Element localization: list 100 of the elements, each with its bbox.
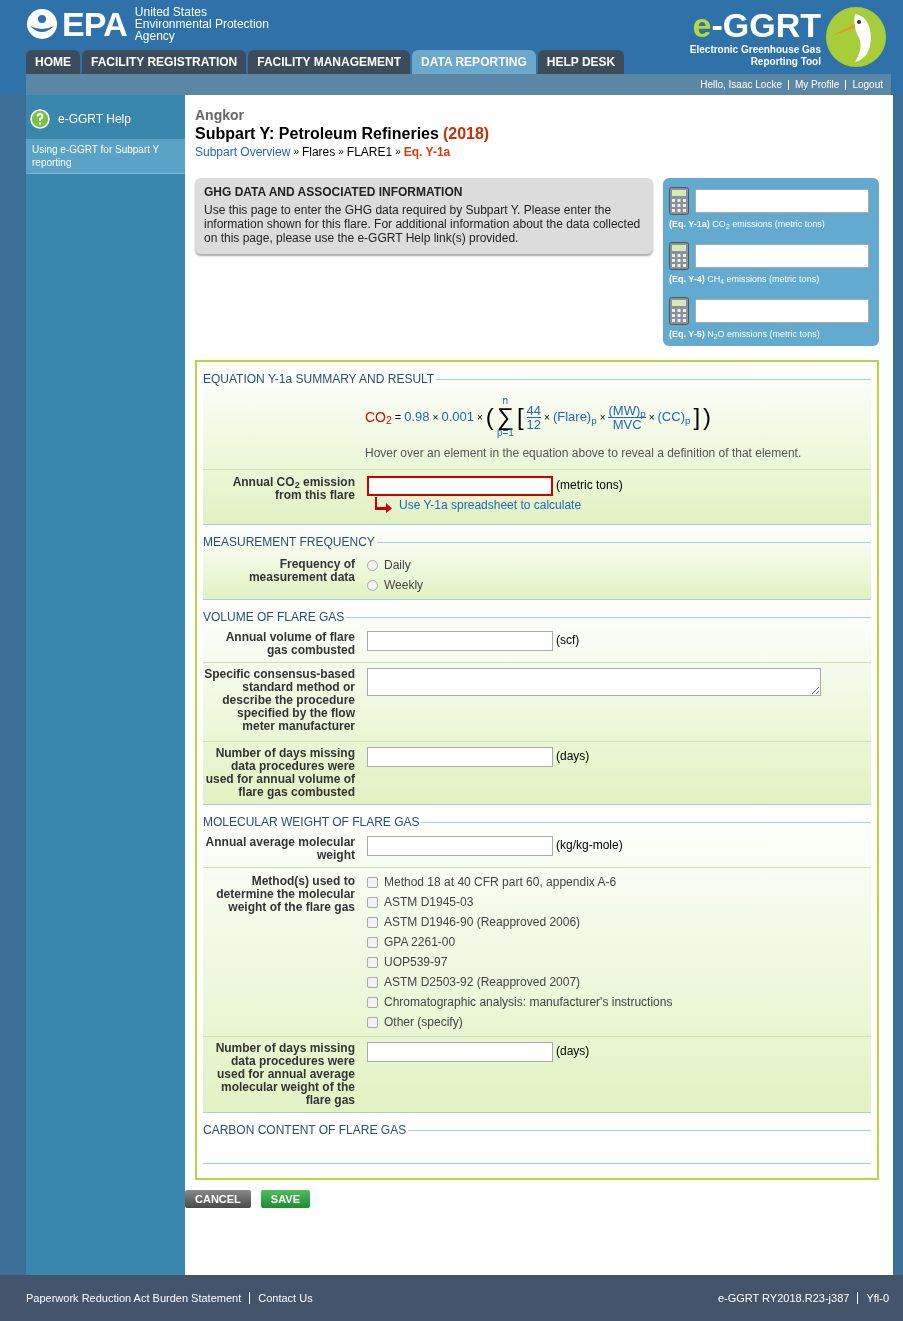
option-label: Other (specify) [384,1014,463,1031]
version-text: Yfl-0 [866,1290,889,1306]
field-label: Annual CO$_{2}$ emission from this flare [231,476,355,504]
version-text: e-GGRT RY2018.R23-j387 [717,1290,850,1306]
page-title: Subpart Y: Petroleum Refineries [195,124,439,144]
checkbox[interactable] [367,896,378,908]
text-area[interactable] [367,668,821,696]
checkbox[interactable] [367,996,378,1008]
equation-operator: = [394,409,402,425]
equation-bracket: ) [703,402,712,432]
field-label: Specific consensus-based standard method or describe the procedure specified by the flow meter manufacturer [203,668,355,733]
spreadsheet-link[interactable]: Use Y-1a spreadsheet to calculate [399,496,582,514]
tool-logo: e-GGRT [692,6,821,44]
checkbox[interactable] [367,1016,378,1028]
emission-field[interactable] [695,299,869,323]
field-label: Annual volume of flare gas combusted [224,631,355,657]
breadcrumb-item: Eq. Y-1a [403,145,451,159]
equation-term[interactable]: MVC [612,417,642,431]
breadcrumb-item: Flares [301,145,336,159]
breadcrumb-item[interactable]: Subpart Overview [195,145,291,159]
field-label: Annual average molecular weight [204,836,355,862]
input-field[interactable] [367,476,553,496]
help-icon [30,109,50,129]
equation-term[interactable]: (Flare)$_{p}$ [552,407,597,427]
checkbox[interactable] [367,976,378,988]
save-button[interactable]: SAVE [260,1190,310,1208]
calculator-icon [669,242,689,270]
sum-sign: ∑ [496,406,514,428]
equation-operator: × [432,410,439,425]
equation-bracket: ] [693,402,701,432]
option-label: GPA 2261-00 [384,934,456,951]
emission-label: (Eq. Y-4) CH$_{4}$ emissions (metric tons) [669,274,821,285]
equation-term[interactable]: 44 [526,403,542,418]
nav-tab[interactable]: FACILITY REGISTRATION [82,50,247,74]
equation-hint: Hover over an element in the equation above to reveal a definition of that element. [365,445,803,462]
footer-link[interactable]: Contact Us [258,1289,313,1307]
section-title: MOLECULAR WEIGHT OF FLARE GAS [203,814,420,831]
equation-operator: × [477,410,483,425]
field-label: Number of days missing data procedures were used for annual volume of flare gas combusted [204,747,355,799]
option-label: UOP539-97 [384,954,448,971]
radio-button[interactable] [367,579,378,591]
greeting-text: Hello, Isaac Locke [700,78,782,92]
nav-tab[interactable]: HOME [26,50,80,74]
input-field[interactable] [367,836,553,856]
epa-logo-icon [26,8,58,40]
equation-term[interactable]: 0.001 [441,407,474,427]
report-year: (2018) [442,124,490,144]
section-title: VOLUME OF FLARE GAS [203,609,345,626]
option-label: ASTM D2503-92 (Reapproved 2007) [384,974,581,991]
unit-label: (kg/kg-mole) [556,837,623,854]
radio-button[interactable] [367,559,378,571]
user-link[interactable]: My Profile [794,77,840,92]
unit-label: (scf) [556,632,580,649]
checkbox[interactable] [367,916,378,928]
equation-operator: × [648,410,655,425]
user-link[interactable]: Logout [852,77,883,92]
emission-field[interactable] [695,189,869,213]
checkbox[interactable] [367,936,378,948]
checkbox[interactable] [367,876,378,888]
breadcrumb-separator: » [338,145,344,159]
breadcrumb-separator: » [395,145,401,159]
unit-label: (days) [556,748,590,765]
section-title: CARBON CONTENT OF FLARE GAS [203,1122,407,1139]
input-field[interactable] [367,747,553,767]
option-label: ASTM D1945-03 [384,894,474,911]
equation-term[interactable]: 12 [526,417,542,431]
option-label: Chromatographic analysis: manufacturer's instructions [384,994,673,1011]
field-label: Frequency of measurement data [247,558,355,586]
option-label: Method 18 at 40 CFR part 60, appendix A-6 [384,874,617,891]
nav-tab[interactable]: FACILITY MANAGEMENT [248,50,410,74]
equation-term[interactable]: CO$_{2}$ [365,406,392,428]
emission-field[interactable] [695,244,869,268]
section-title: EQUATION Y-1a SUMMARY AND RESULT [203,371,435,388]
breadcrumb-item: FLARE1 [346,145,393,159]
equation-term[interactable]: 0.98 [404,407,430,427]
equation-operator: × [599,410,606,425]
equation-term[interactable]: p=1 [496,428,514,438]
checkbox[interactable] [367,956,378,968]
nav-tab[interactable]: HELP DESK [537,50,625,74]
facility-name: Angkor [195,107,245,123]
section-title: MEASUREMENT FREQUENCY [203,534,375,551]
emission-label: (Eq. Y-5) N$_{2}$O emissions (metric tons) [669,329,821,340]
equation-operator: × [544,410,550,425]
equation-term[interactable]: (CC)$_{p}$ [657,407,691,427]
equation-term[interactable]: n [502,396,509,406]
calculator-icon [669,187,689,215]
field-label: Number of days missing data procedures were used for annual average molecular weight of the flare gas [214,1042,355,1107]
unit-label: (days) [556,1043,590,1060]
epa-logo: EPA [62,7,127,41]
agency-name: United States Environmental Protection Agency [134,6,269,42]
footer-link[interactable]: Paperwork Reduction Act Burden Statement [26,1289,242,1307]
cancel-button[interactable]: CANCEL [185,1190,251,1208]
egret-logo-icon [825,6,887,68]
input-field[interactable] [367,1042,553,1062]
input-field[interactable] [367,631,553,651]
equation-bracket: [ [516,402,524,432]
unit-label: (metric tons) [556,477,623,494]
option-label: Weekly [384,577,424,594]
sidebar-title: e-GGRT Help [58,111,131,128]
equation-bracket: ( [485,402,494,432]
